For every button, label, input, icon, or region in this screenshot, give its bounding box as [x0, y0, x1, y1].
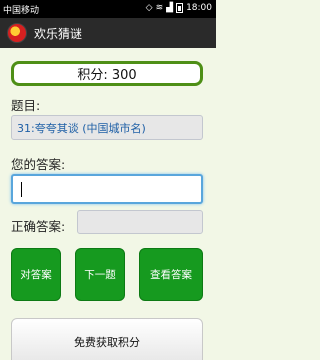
carrier-label: 中国移动 [3, 6, 40, 16]
text-caret [21, 182, 22, 197]
clock: 18:00 [186, 3, 212, 13]
nfc-icon: ◇ [145, 3, 153, 13]
battery-icon [176, 3, 184, 13]
correct-answer-label: 正确答案: [11, 219, 66, 234]
question-label: 题目: [11, 98, 41, 113]
answer-input[interactable] [11, 174, 203, 204]
question-text: 31:夸夸其谈 (中国城市名) [11, 115, 203, 140]
correct-answer-field [77, 210, 203, 234]
next-question-button[interactable]: 下一题 [75, 248, 125, 301]
free-points-button[interactable]: 免费获取积分 [11, 318, 203, 360]
score-display: 积分: 300 [11, 61, 203, 86]
signal-icon: ▟ [166, 3, 174, 13]
status-bar: 中国移动 ◇ ≋ ▟ 18:00 [0, 0, 216, 18]
answer-label: 您的答案: [11, 157, 66, 172]
status-icons: ◇ ≋ ▟ 18:00 [146, 3, 212, 13]
check-answer-button[interactable]: 对答案 [11, 248, 61, 301]
wifi-icon: ≋ [155, 3, 164, 13]
app-logo-icon [7, 23, 27, 43]
app-bar: 欢乐猜谜 [0, 18, 216, 48]
app-title: 欢乐猜谜 [34, 26, 83, 41]
view-answer-button[interactable]: 查看答案 [139, 248, 203, 301]
